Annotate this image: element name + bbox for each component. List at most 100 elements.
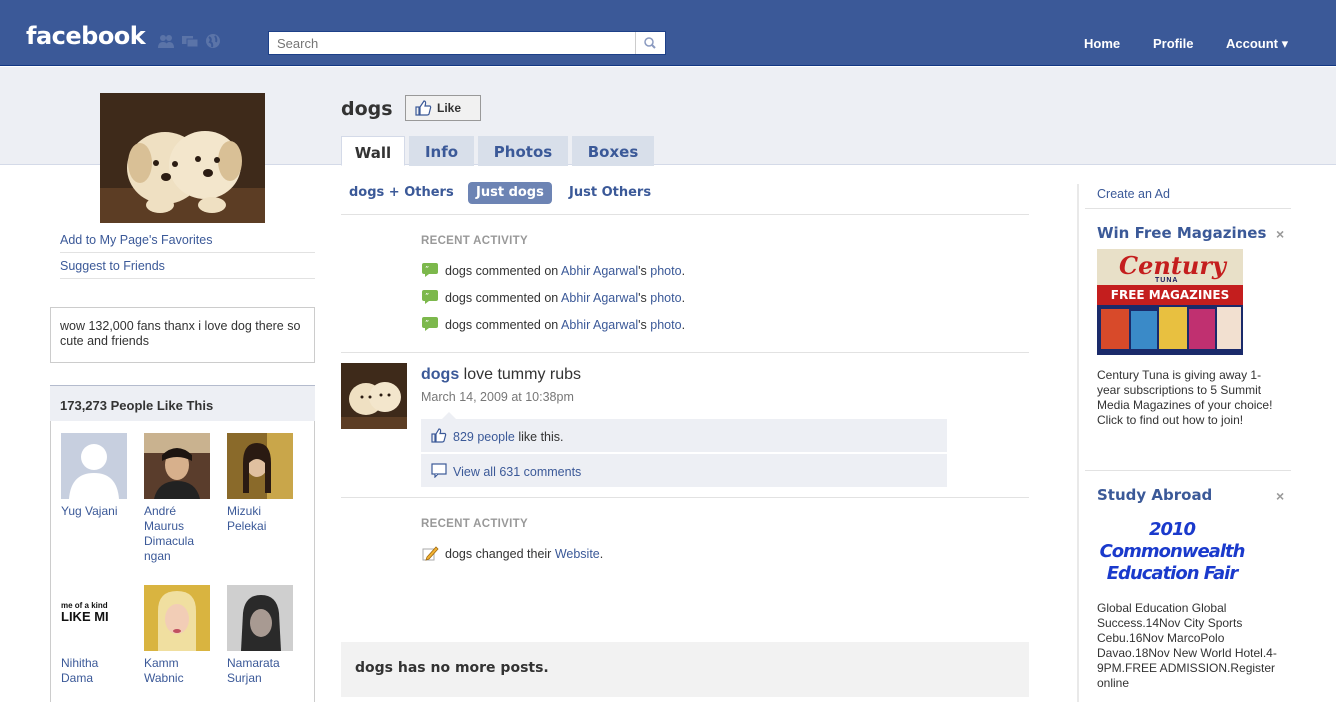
ad-title[interactable]: Win Free Magazines: [1097, 224, 1266, 242]
post-author-link[interactable]: dogs: [421, 366, 459, 383]
divider: [341, 497, 1029, 498]
fan-item: Yug Vajani: [61, 433, 127, 519]
ad-text[interactable]: Global Education Global Success.14Nov Ci…: [1097, 601, 1283, 691]
photo-link[interactable]: photo: [650, 291, 681, 305]
fan-item: me of a kind LIKE MI Nihitha Dama: [61, 585, 127, 686]
fan-name[interactable]: Nihitha Dama: [61, 656, 127, 686]
recent-activity-label: RECENT ACTIVITY: [421, 518, 528, 530]
svg-text:”: ”: [425, 319, 429, 328]
tab-wall[interactable]: Wall: [341, 136, 405, 166]
activity-item: ” dogs commented on Abhir Agarwal's photo…: [421, 289, 685, 305]
close-ad-button[interactable]: ×: [1276, 488, 1284, 504]
ad-image-banner: FREE MAGAZINES: [1097, 285, 1243, 305]
view-comments-row: View all 631 comments: [421, 454, 947, 487]
nav-profile[interactable]: Profile: [1153, 36, 1193, 51]
view-all-comments-link[interactable]: View all 631 comments: [453, 465, 581, 479]
suggest-to-friends-link[interactable]: Suggest to Friends: [60, 254, 315, 279]
filter-just-page[interactable]: Just dogs: [468, 182, 552, 204]
recent-activity-label: RECENT ACTIVITY: [421, 235, 528, 247]
fan-name[interactable]: André Maurus Dimacula ngan: [144, 504, 210, 564]
ad-text[interactable]: Century Tuna is giving away 1-year subsc…: [1097, 368, 1283, 428]
add-to-favorites-link[interactable]: Add to My Page's Favorites: [60, 228, 315, 253]
ad-image-sub: TUNA: [1155, 277, 1179, 284]
post-author-avatar[interactable]: [341, 363, 407, 429]
fan-name[interactable]: Namarata Surjan: [227, 656, 293, 686]
svg-text:”: ”: [425, 292, 429, 301]
people-like-header: 173,273 People Like This: [50, 385, 315, 421]
fan-item: André Maurus Dimacula ngan: [144, 433, 210, 564]
person-link[interactable]: Abhir Agarwal: [561, 291, 638, 305]
fan-avatar[interactable]: [144, 433, 210, 499]
nav-home[interactable]: Home: [1084, 36, 1120, 51]
thumbs-up-icon: [431, 428, 447, 443]
fan-avatar[interactable]: [144, 585, 210, 651]
create-ad-link[interactable]: Create an Ad: [1097, 187, 1170, 201]
tab-info[interactable]: Info: [409, 136, 474, 166]
comment-bubble-icon: ”: [422, 263, 438, 277]
person-link[interactable]: Abhir Agarwal: [561, 318, 638, 332]
svg-text:”: ”: [425, 265, 429, 274]
post-likes-row: 829 people like this.: [421, 419, 947, 452]
search-input[interactable]: [269, 32, 635, 54]
tab-photos[interactable]: Photos: [478, 136, 568, 166]
magnifier-icon: [644, 37, 656, 49]
filter-page-and-others[interactable]: dogs + Others: [341, 182, 462, 204]
search-box: [268, 31, 666, 55]
fan-avatar[interactable]: [61, 433, 127, 499]
no-more-posts: dogs has no more posts.: [341, 642, 1029, 697]
activity-item: dogs changed their Website.: [421, 545, 603, 561]
like-page-button[interactable]: Like: [405, 95, 481, 121]
comment-icon: [431, 463, 447, 478]
like-button-label: Like: [437, 101, 462, 115]
divider: [1085, 470, 1291, 471]
profile-picture[interactable]: [100, 93, 265, 223]
top-bar: facebook Home Profile Account ▾: [0, 0, 1336, 66]
messages-icon[interactable]: [181, 33, 199, 49]
ad-image[interactable]: 2010 Commonwealth Education Fair: [1097, 515, 1247, 591]
page-info-box: wow 132,000 fans thanx i love dog there …: [50, 307, 315, 363]
website-link[interactable]: Website: [555, 547, 600, 561]
comment-bubble-icon: ”: [422, 290, 438, 304]
fan-avatar[interactable]: [227, 585, 293, 651]
post-timestamp[interactable]: March 14, 2009 at 10:38pm: [421, 390, 574, 404]
photo-link[interactable]: photo: [650, 318, 681, 332]
photo-link[interactable]: photo: [650, 264, 681, 278]
likes-count-link[interactable]: 829 people: [453, 430, 515, 444]
person-link[interactable]: Abhir Agarwal: [561, 264, 638, 278]
ad-image-line: Education Fair: [1106, 563, 1238, 584]
ad-image[interactable]: Century TUNA FREE MAGAZINES: [1097, 249, 1243, 355]
ad-image-brand: Century: [1119, 251, 1226, 280]
fan-item: Namarata Surjan: [227, 585, 293, 686]
puppies-image: [100, 93, 265, 223]
tab-boxes[interactable]: Boxes: [572, 136, 654, 166]
divider: [341, 352, 1029, 353]
fan-item: Mizuki Pelekai: [227, 433, 293, 534]
notifications-globe-icon[interactable]: [204, 33, 222, 49]
activity-item: ” dogs commented on Abhir Agarwal's photo…: [421, 316, 685, 332]
ufi-caret: [442, 412, 456, 419]
filter-just-others[interactable]: Just Others: [561, 182, 659, 204]
fan-avatar-caption: me of a kind: [61, 601, 108, 610]
divider: [1085, 208, 1291, 209]
search-button[interactable]: [635, 32, 665, 54]
close-ad-button[interactable]: ×: [1276, 226, 1284, 242]
friend-requests-icon[interactable]: [157, 33, 175, 49]
comment-bubble-icon: ”: [422, 317, 438, 331]
ad-image-line: 2010 Commonwealth: [1099, 519, 1246, 562]
fan-name[interactable]: Yug Vajani: [61, 504, 127, 519]
divider: [341, 214, 1029, 215]
post-body: dogs love tummy rubs: [421, 366, 582, 383]
fan-name[interactable]: Mizuki Pelekai: [227, 504, 293, 534]
pencil-edit-icon: [422, 546, 439, 561]
thumbs-up-icon: [415, 100, 432, 116]
facebook-logo[interactable]: facebook: [26, 22, 146, 50]
page-title: dogs: [341, 98, 393, 120]
ad-title[interactable]: Study Abroad: [1097, 486, 1212, 504]
right-column-border: [1077, 184, 1079, 702]
fan-avatar-caption: LIKE MI: [61, 609, 109, 624]
nav-account[interactable]: Account ▾: [1226, 36, 1288, 52]
fan-name[interactable]: Kamm Wabnic: [144, 656, 210, 686]
fan-avatar[interactable]: [227, 433, 293, 499]
fan-avatar[interactable]: me of a kind LIKE MI: [61, 585, 127, 651]
fan-item: Kamm Wabnic: [144, 585, 210, 686]
